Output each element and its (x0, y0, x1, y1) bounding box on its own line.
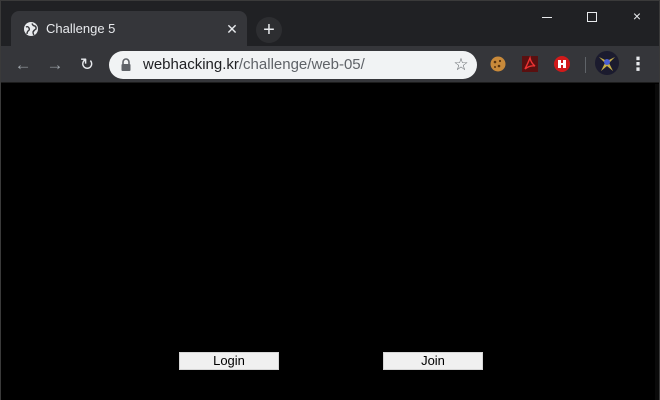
minimize-button[interactable] (524, 1, 570, 31)
url-text: webhacking.kr/challenge/web-05/ (143, 57, 365, 73)
new-tab-button[interactable]: + (256, 17, 282, 43)
avatar-icon (595, 51, 619, 75)
browser-window: Challenge 5 ✕ + × ← → ↻ webhacking.kr/ch… (0, 0, 660, 400)
maximize-button[interactable] (569, 1, 615, 31)
cookie-extension-icon[interactable] (488, 54, 508, 74)
reload-button[interactable]: ↻ (73, 51, 101, 79)
url-path: /challenge/web-05/ (238, 56, 365, 73)
page-content: Login Join (1, 84, 659, 400)
tab-close-icon[interactable]: ✕ (223, 20, 241, 38)
login-button[interactable]: Login (179, 352, 279, 370)
back-button[interactable]: ← (9, 51, 37, 79)
lock-icon (121, 58, 131, 71)
profile-avatar[interactable] (595, 51, 619, 75)
hacking-extension-icon[interactable] (552, 54, 572, 74)
scrollbar-track[interactable] (655, 84, 659, 400)
forward-button[interactable]: → (41, 51, 69, 79)
browser-toolbar: ← → ↻ webhacking.kr/challenge/web-05/ ☆ (1, 46, 659, 83)
url-host: webhacking.kr (143, 56, 239, 73)
bookmark-star-icon[interactable]: ☆ (451, 55, 471, 75)
tab-strip: Challenge 5 ✕ + × (1, 1, 659, 46)
close-window-button[interactable]: × (614, 1, 660, 31)
toolbar-separator (585, 57, 586, 73)
tab-title: Challenge 5 (46, 21, 116, 36)
kebab-menu-icon[interactable]: ⋮ (629, 52, 647, 76)
tab-challenge-5[interactable]: Challenge 5 ✕ (11, 11, 247, 46)
pdf-extension-icon[interactable] (520, 54, 540, 74)
address-bar[interactable]: webhacking.kr/challenge/web-05/ ☆ (109, 51, 477, 79)
maximize-icon (587, 12, 597, 23)
join-button[interactable]: Join (383, 352, 483, 370)
globe-icon (24, 22, 38, 36)
minimize-icon (542, 16, 552, 18)
